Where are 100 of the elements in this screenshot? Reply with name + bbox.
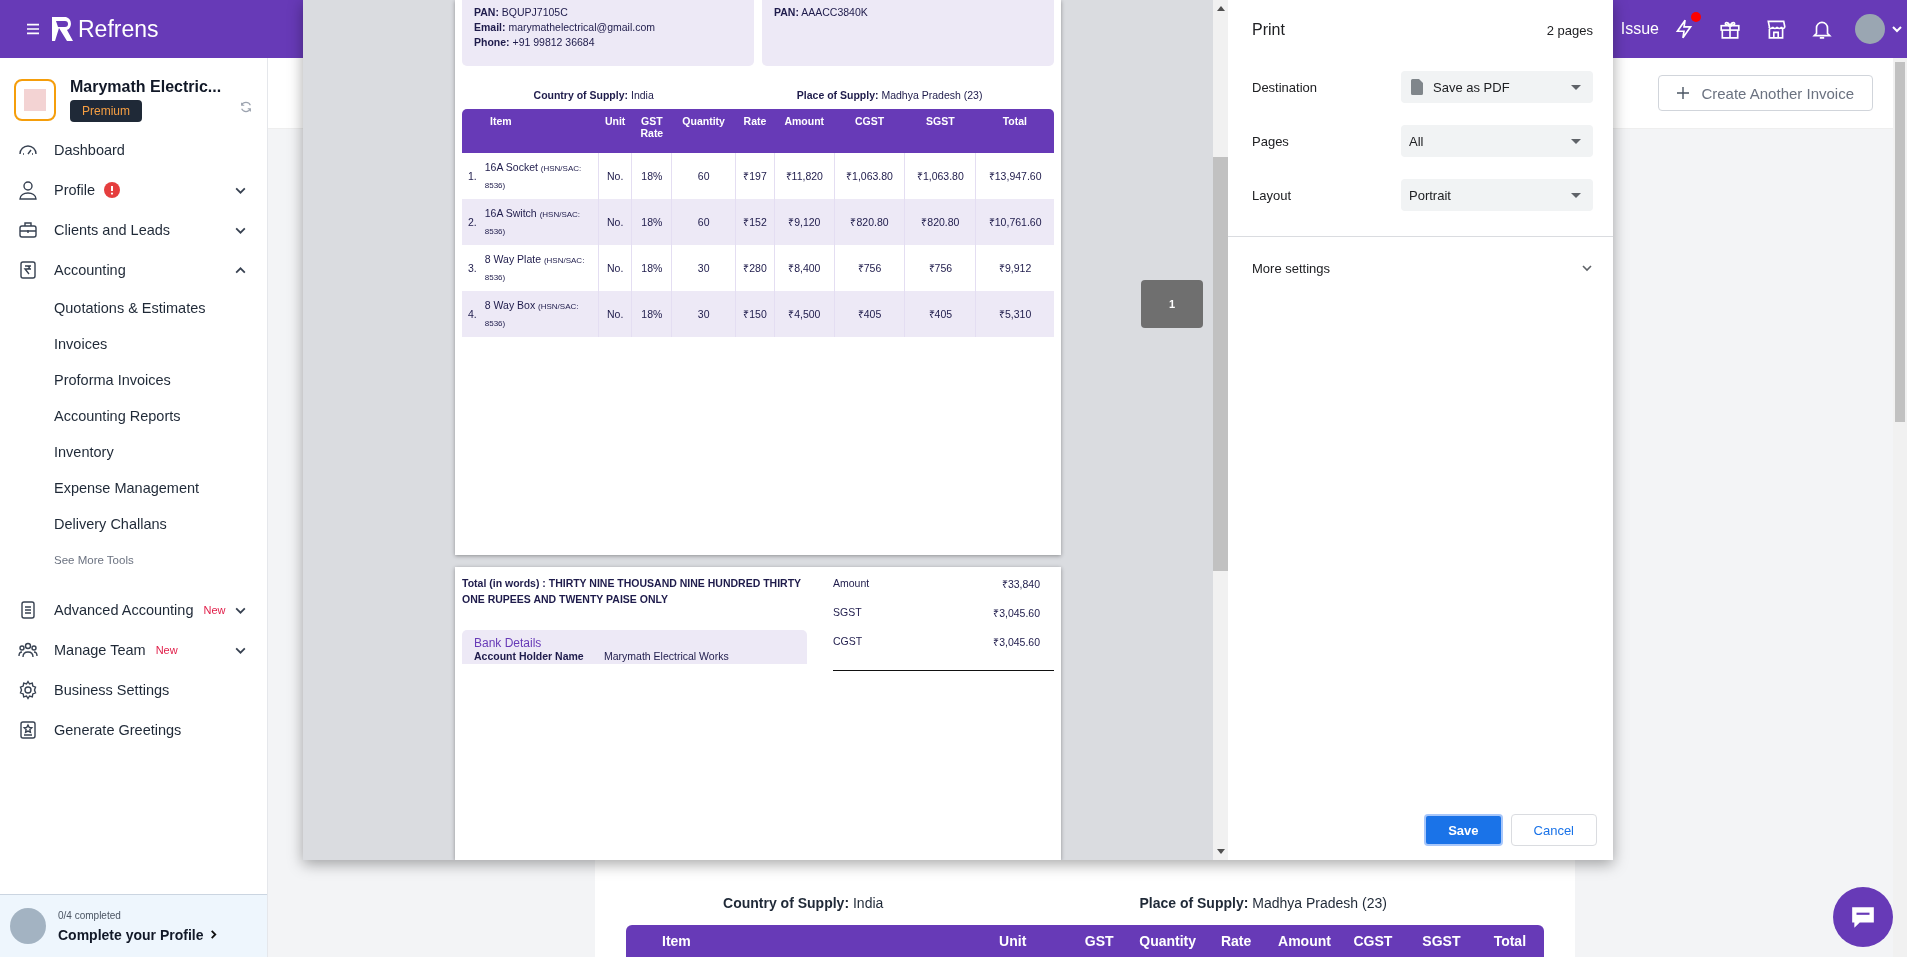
table-cell: 30 [671,291,736,337]
summary-value: ₹3,045.60 [993,635,1040,650]
dropdown-arrow-icon [1571,84,1581,90]
setting-label: Destination [1252,79,1318,95]
supply-info: Country of Supply: India [723,895,884,911]
brand-name: Refrens [78,15,159,43]
table-cell: ₹405 [834,291,905,337]
column-header: GST Rate [631,109,672,153]
column-header: Unit [598,109,632,153]
scrollbar[interactable] [1213,0,1228,860]
sidebar-subitem[interactable]: Proforma Invoices [0,362,267,398]
lightning-icon[interactable] [1673,18,1695,40]
sidebar-item[interactable]: Clients and Leads [0,210,267,250]
bank-value: Marymath Electrical Works [604,649,729,662]
table-cell: ₹150 [735,291,775,337]
dropdown[interactable]: Portrait [1401,179,1593,211]
page-number-badge: 1 [1141,280,1203,328]
dropdown-arrow-icon [1571,138,1581,144]
profile-progress-card[interactable]: 0/4 completed Complete your Profile [0,894,267,957]
menu-icon[interactable] [26,23,40,35]
user-icon [18,180,38,200]
table-cell: ₹820.80 [904,199,976,245]
column-header: Amount [1277,933,1332,949]
plan-badge: Premium [70,100,142,122]
table-cell: ₹5,310 [975,291,1054,337]
table-cell: ₹4,500 [774,291,835,337]
setting-label: Pages [1252,133,1289,149]
summary-label: CGST [833,635,863,649]
dialog-title: Print [1252,21,1285,39]
dropdown[interactable]: All [1401,125,1593,157]
team-icon [18,640,38,660]
sidebar-subitem[interactable]: Delivery Challans [0,506,267,542]
scrollbar[interactable] [1893,58,1907,957]
table-cell: ₹405 [904,291,976,337]
column-header: SGST [1421,933,1462,949]
chat-button[interactable] [1833,887,1893,947]
setting-label: Layout [1252,187,1292,203]
dropdown[interactable]: Save as PDF [1401,71,1593,103]
store-icon[interactable] [1765,18,1787,40]
cancel-button[interactable]: Cancel [1510,814,1597,846]
sidebar-item[interactable]: Generate Greetings [0,710,267,750]
supply-info: Country of Supply: India [533,89,654,101]
scroll-up-icon[interactable] [1216,6,1225,11]
progress-label: Complete your Profile [58,926,204,943]
avatar[interactable] [1855,14,1885,44]
star-card-icon [18,720,38,740]
detail-line: Phone: +91 99812 36684 [474,36,596,48]
table-cell: 4. 8 Way Box (HSN/SAC: 8536) [462,291,599,337]
avatar [10,908,46,944]
column-header: Item [661,933,692,949]
chat-icon [1850,905,1876,929]
sidebar-subitem[interactable]: Expense Management [0,470,267,506]
sidebar-item[interactable]: Dashboard [0,130,267,170]
settings-icon [18,680,38,700]
document-icon [18,600,38,620]
column-header: Rate [735,109,775,153]
rupee-icon [18,260,38,280]
see-more-link[interactable]: See More Tools [0,542,267,578]
table-cell: ₹9,120 [774,199,835,245]
column-header: Total [1492,933,1528,949]
chevron-icon[interactable] [1891,23,1903,35]
table-cell: 18% [631,291,672,337]
column-header: Unit [998,933,1028,949]
summary-value: ₹3,045.60 [993,606,1040,621]
sidebar-item[interactable]: Advanced Accounting New [0,590,267,630]
sidebar-item[interactable]: Profile [0,170,267,210]
sidebar-subitem[interactable]: Quotations & Estimates [0,290,267,326]
bank-details-title: Bank Details [474,635,543,650]
table-cell: 18% [631,199,672,245]
table-cell: No. [598,199,632,245]
column-header: Rate [1219,933,1253,949]
column-header: Item [462,109,599,153]
company-name[interactable]: Marymath Electric... [70,78,222,96]
logo-icon [50,16,74,42]
summary-label: SGST [833,606,862,620]
file-icon [1411,79,1423,95]
supply-info: Place of Supply: Madhya Pradesh (23) [1139,895,1387,911]
header-link[interactable]: Issue [1620,20,1659,38]
sidebar-item[interactable]: Accounting [0,250,267,290]
scroll-down-icon[interactable] [1216,849,1225,854]
sidebar-subitem[interactable]: Accounting Reports [0,398,267,434]
column-header: Quantity [1138,933,1198,949]
more-settings-toggle[interactable]: More settings [1228,237,1613,299]
sidebar-item[interactable]: Manage Team New [0,630,267,670]
column-header: Amount [774,109,835,153]
new-tag: New [203,604,226,616]
column-header: SGST [904,109,976,153]
summary-label: Amount [833,577,870,591]
sidebar-subitem[interactable]: Inventory [0,434,267,470]
dropdown-arrow-icon [1571,192,1581,198]
column-header: GST [1083,933,1115,949]
sidebar-subitem[interactable]: Invoices [0,326,267,362]
table-cell: No. [598,291,632,337]
column-header: CGST [1352,933,1394,949]
table-cell: ₹152 [735,199,775,245]
table-cell: 60 [671,199,736,245]
detail-line: PAN: BQUPJ7105C [474,6,569,18]
create-invoice-button[interactable]: Create Another Invoice [1658,75,1873,111]
sidebar-item[interactable]: Business Settings [0,670,267,710]
save-button[interactable]: Save [1424,814,1503,846]
